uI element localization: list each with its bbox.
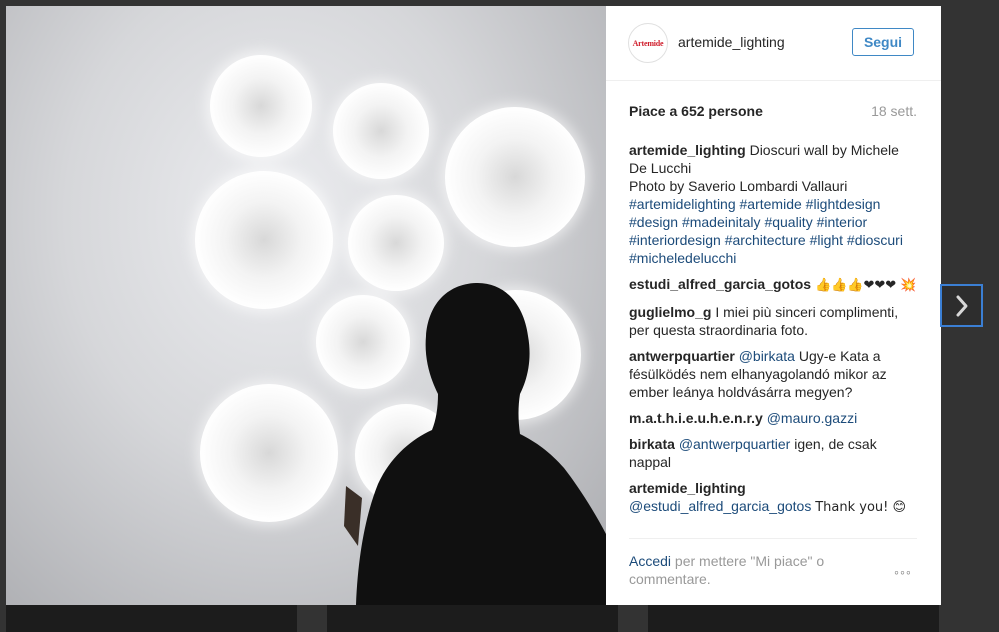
comment-mention[interactable]: @mauro.gazzi <box>767 410 857 426</box>
comment-username[interactable]: antwerpquartier <box>629 348 735 364</box>
post-photo[interactable] <box>6 6 606 605</box>
hashtag[interactable]: #architecture <box>725 232 806 248</box>
post-age[interactable]: 18 sett. <box>871 103 917 119</box>
hashtag[interactable]: #quality <box>764 214 812 230</box>
avatar[interactable]: Artemide <box>628 23 668 63</box>
caption-credit: Photo by Saverio Lombardi Vallauri <box>629 178 848 194</box>
hashtag[interactable]: #interiordesign <box>629 232 721 248</box>
post-username[interactable]: artemide_lighting <box>678 34 785 50</box>
comment-username[interactable]: artemide_lighting <box>629 480 746 496</box>
comment: m.a.t.h.i.e.u.h.e.n.r.y @mauro.gazzi <box>629 409 919 427</box>
likes-row: Piace a 652 persone 18 sett. <box>629 103 917 121</box>
post-header: Artemide artemide_lighting Segui <box>606 6 941 81</box>
hashtag[interactable]: #light <box>810 232 843 248</box>
likes-count[interactable]: Piace a 652 persone <box>629 103 763 119</box>
hashtag[interactable]: #madeinitaly <box>682 214 761 230</box>
comment: guglielmo_g I miei più sinceri complimen… <box>629 303 919 339</box>
comment-text: 👍👍👍❤❤❤ 💥 <box>814 278 917 293</box>
comment: birkata @antwerpquartier igen, de csak n… <box>629 435 919 471</box>
comment-username[interactable]: guglielmo_g <box>629 304 711 320</box>
login-prompt: Accedi per mettere "Mi piace" o commenta… <box>629 552 869 588</box>
comment-mention[interactable]: @estudi_alfred_garcia_gotos <box>629 498 811 514</box>
comment: estudi_alfred_garcia_gotos 👍👍👍❤❤❤ 💥 <box>629 275 919 295</box>
hashtag[interactable]: #artemidelighting <box>629 196 736 212</box>
divider <box>629 538 917 539</box>
comment: artemide_lighting @estudi_alfred_garcia_… <box>629 479 919 517</box>
hashtag[interactable]: #lightdesign <box>806 196 881 212</box>
grid-thumbnail[interactable] <box>327 605 618 632</box>
grid-thumbnail[interactable] <box>6 605 297 632</box>
comment-mention[interactable]: @antwerpquartier <box>679 436 791 452</box>
hashtag[interactable]: #design <box>629 214 678 230</box>
caption-username[interactable]: artemide_lighting <box>629 142 746 158</box>
comment-username[interactable]: m.a.t.h.i.e.u.h.e.n.r.y <box>629 410 763 426</box>
hashtag[interactable]: #micheledelucchi <box>629 250 736 266</box>
next-post-button[interactable] <box>940 284 983 327</box>
hashtag[interactable]: #artemide <box>740 196 802 212</box>
comment-list[interactable]: artemide_lighting Dioscuri wall by Miche… <box>629 141 919 539</box>
dioscuri-wall-image <box>191 50 606 605</box>
more-options-icon[interactable]: ◦◦◦ <box>894 564 912 580</box>
caption: artemide_lighting Dioscuri wall by Miche… <box>629 141 919 267</box>
comment-text: Thank you! 😊 <box>815 500 907 515</box>
comment-mention[interactable]: @birkata <box>739 348 795 364</box>
comment-username[interactable]: birkata <box>629 436 675 452</box>
artemide-logo: Artemide <box>632 38 664 48</box>
post-detail-panel: Artemide artemide_lighting Segui Piace a… <box>606 6 941 605</box>
comment: antwerpquartier @birkata Ugy-e Kata a fé… <box>629 347 919 401</box>
hashtag[interactable]: #dioscuri <box>847 232 903 248</box>
grid-thumbnail[interactable] <box>648 605 939 632</box>
chevron-right-icon <box>956 295 967 316</box>
login-link[interactable]: Accedi <box>629 553 671 569</box>
follow-button[interactable]: Segui <box>852 28 914 56</box>
comment-username[interactable]: estudi_alfred_garcia_gotos <box>629 276 811 292</box>
hashtag[interactable]: #interior <box>817 214 868 230</box>
